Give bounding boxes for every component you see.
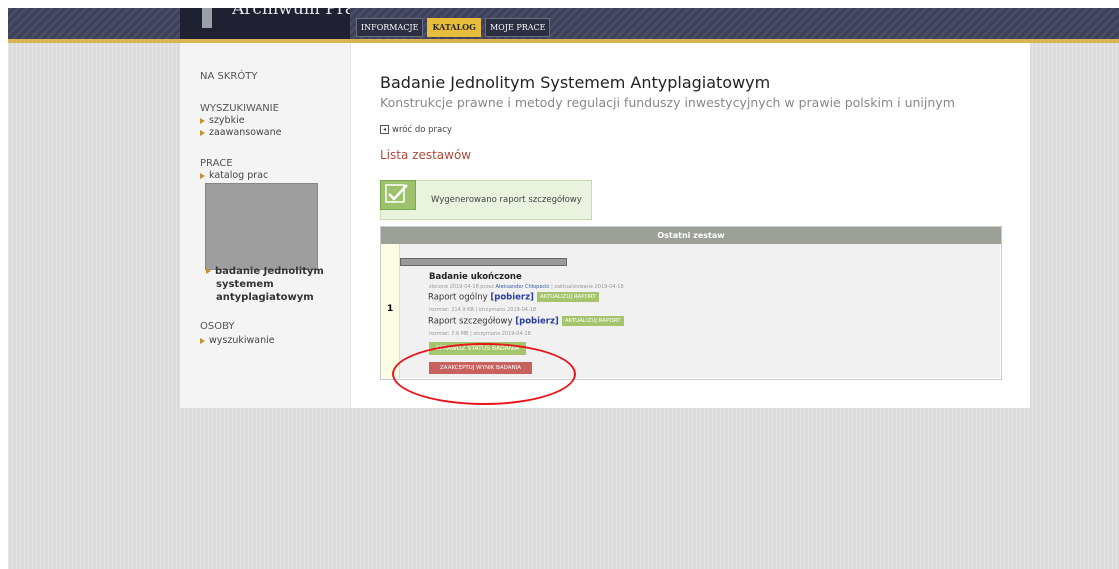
redacted-area (205, 183, 318, 270)
main-panel: NA SKRÓTY WYSZUKIWANIE szybkie zaawansow… (180, 43, 1030, 408)
site-logo[interactable]: Archiwum Prac (180, 8, 350, 39)
download-general-link[interactable]: [pobierz] (490, 293, 534, 303)
sidebar-heading-search: WYSZUKIWANIE (200, 103, 279, 114)
sidebar-heading-shortcuts: NA SKRÓTY (200, 71, 258, 82)
study-status: Badanie ukończone (429, 272, 522, 282)
back-arrow-icon: ◂ (380, 125, 389, 134)
tab-informacje[interactable]: INFORMACJE (356, 18, 424, 37)
accept-result-button[interactable]: ZAAKCEPTUJ WYNIK BADANIA (429, 362, 532, 374)
window-frame-left (0, 0, 8, 569)
logo-icon (202, 8, 212, 28)
success-message: Wygenerowano raport szczegółowy (431, 195, 582, 205)
list-title: Lista zestawów (380, 148, 472, 162)
bullet-icon (200, 129, 205, 136)
row-number-cell: 1 (381, 244, 400, 378)
bullet-icon (200, 172, 205, 179)
main-tabs: INFORMACJE KATALOG MOJE PRACE (356, 18, 551, 37)
table-header: Ostatni zestaw (381, 227, 1001, 244)
report-detailed-meta: rozmiar: 7.6 MB | otrzymano 2019-04-18 (429, 331, 531, 337)
check-status-button[interactable]: SPRAWDŹ STATUS BADANIA (429, 342, 526, 355)
order-info: zlecone 2019-04-18 przez Aleksander Chło… (429, 284, 624, 290)
report-general-meta: rozmiar: 214.9 KB | otrzymano 2019-04-18 (429, 307, 537, 313)
checkmark-icon (380, 180, 416, 210)
sidebar-item-advanced-search[interactable]: zaawansowane (200, 127, 281, 138)
bullet-icon (200, 117, 205, 124)
bullet-icon (200, 337, 205, 344)
sidebar-item-quick-search[interactable]: szybkie (200, 115, 245, 126)
sidebar-item-catalog[interactable]: katalog prac (200, 170, 268, 181)
table-row: Badanie ukończone zlecone 2019-04-18 prz… (400, 244, 1000, 378)
page-subtitle: Konstrukcje prawne i metody regulacji fu… (380, 95, 955, 110)
sidebar-item-current-study[interactable]: badanie Jednolitym systemem antyplagiato… (206, 265, 324, 304)
update-general-report-button[interactable]: AKTUALIZUJ RAPORT (536, 292, 599, 302)
update-detailed-report-button[interactable]: AKTUALIZUJ RAPORT (561, 316, 624, 326)
sidebar-heading-people: OSOBY (200, 321, 235, 332)
sidebar-item-people-search[interactable]: wyszukiwanie (200, 335, 275, 346)
tab-katalog[interactable]: KATALOG (427, 18, 481, 37)
download-detailed-link[interactable]: [pobierz] (515, 317, 559, 327)
sets-table: Ostatni zestaw 1 Badanie ukończone zleco… (380, 226, 1002, 380)
content-area: Badanie Jednolitym Systemem Antyplagiato… (380, 43, 1020, 408)
page-title: Badanie Jednolitym Systemem Antyplagiato… (380, 73, 771, 92)
bullet-icon (206, 268, 211, 274)
back-link[interactable]: ◂ wróć do pracy (380, 125, 452, 135)
window-frame-top (0, 0, 1119, 8)
report-detailed: Raport szczegółowy [pobierz] AKTUALIZUJ R… (428, 316, 624, 327)
top-navigation-bar (8, 8, 1119, 43)
author-link[interactable]: Aleksander Chłopecki (496, 284, 550, 290)
report-general: Raport ogólny [pobierz] AKTUALIZUJ RAPORT (428, 292, 599, 303)
logo-text: Archiwum Prac (232, 8, 350, 19)
success-alert: Wygenerowano raport szczegółowy (380, 180, 592, 220)
tab-moje-prace[interactable]: MOJE PRACE (484, 18, 551, 37)
sidebar: NA SKRÓTY WYSZUKIWANIE szybkie zaawansow… (180, 43, 351, 408)
redacted-bar (400, 258, 567, 266)
sidebar-heading-works: PRACE (200, 158, 233, 169)
